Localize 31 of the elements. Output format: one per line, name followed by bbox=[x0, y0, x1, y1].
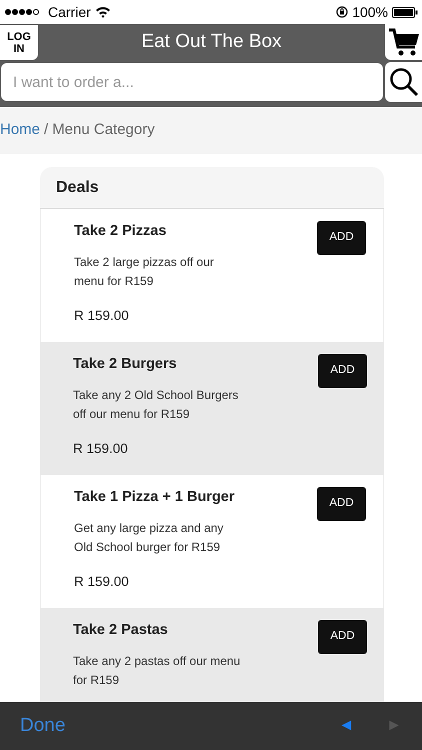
item-price: R 159.00 bbox=[74, 572, 130, 591]
item-name: Take 2 Burgers bbox=[73, 355, 178, 374]
search-icon bbox=[388, 67, 418, 97]
item-description: Take any 2 pastas off our menu for R159 bbox=[73, 652, 242, 690]
search-button[interactable] bbox=[385, 62, 422, 102]
login-button[interactable]: LOG IN bbox=[0, 25, 38, 60]
cart-button[interactable] bbox=[385, 24, 422, 60]
battery-icon bbox=[392, 6, 418, 18]
cart-icon bbox=[388, 26, 420, 58]
app-title: Eat Out The Box bbox=[141, 30, 282, 54]
wifi-icon bbox=[94, 6, 111, 18]
item-description: Get any large pizza and any Old School burger for R159 bbox=[74, 520, 224, 556]
breadcrumb-separator: / bbox=[44, 120, 48, 140]
add-button[interactable]: ADD bbox=[317, 487, 366, 521]
add-button[interactable]: ADD bbox=[318, 354, 367, 388]
breadcrumb-current: Menu Category bbox=[52, 120, 155, 140]
item-description: Take 2 large pizzas off our menu for R159 bbox=[74, 254, 215, 290]
home-link[interactable]: Home bbox=[0, 119, 40, 142]
item-name: Take 2 Pizzas bbox=[74, 222, 168, 241]
battery-percent: 100% bbox=[352, 2, 388, 22]
item-name: Take 1 Pizza + 1 Burger bbox=[74, 488, 236, 507]
search-field[interactable]: I want to order a... bbox=[1, 63, 383, 101]
item-price: R 159.00 bbox=[74, 306, 130, 325]
add-button[interactable]: ADD bbox=[318, 620, 367, 654]
add-button[interactable]: ADD bbox=[317, 221, 366, 255]
item-price: R 159.00 bbox=[73, 440, 129, 458]
lock-icon bbox=[336, 6, 348, 18]
item-name: Take 2 Pastas bbox=[73, 621, 169, 640]
item-description: Take any 2 Old School Burgers off our menu for R159 bbox=[73, 386, 240, 424]
category-title: Deals bbox=[56, 178, 99, 198]
carrier-name: Carrier bbox=[48, 2, 91, 22]
